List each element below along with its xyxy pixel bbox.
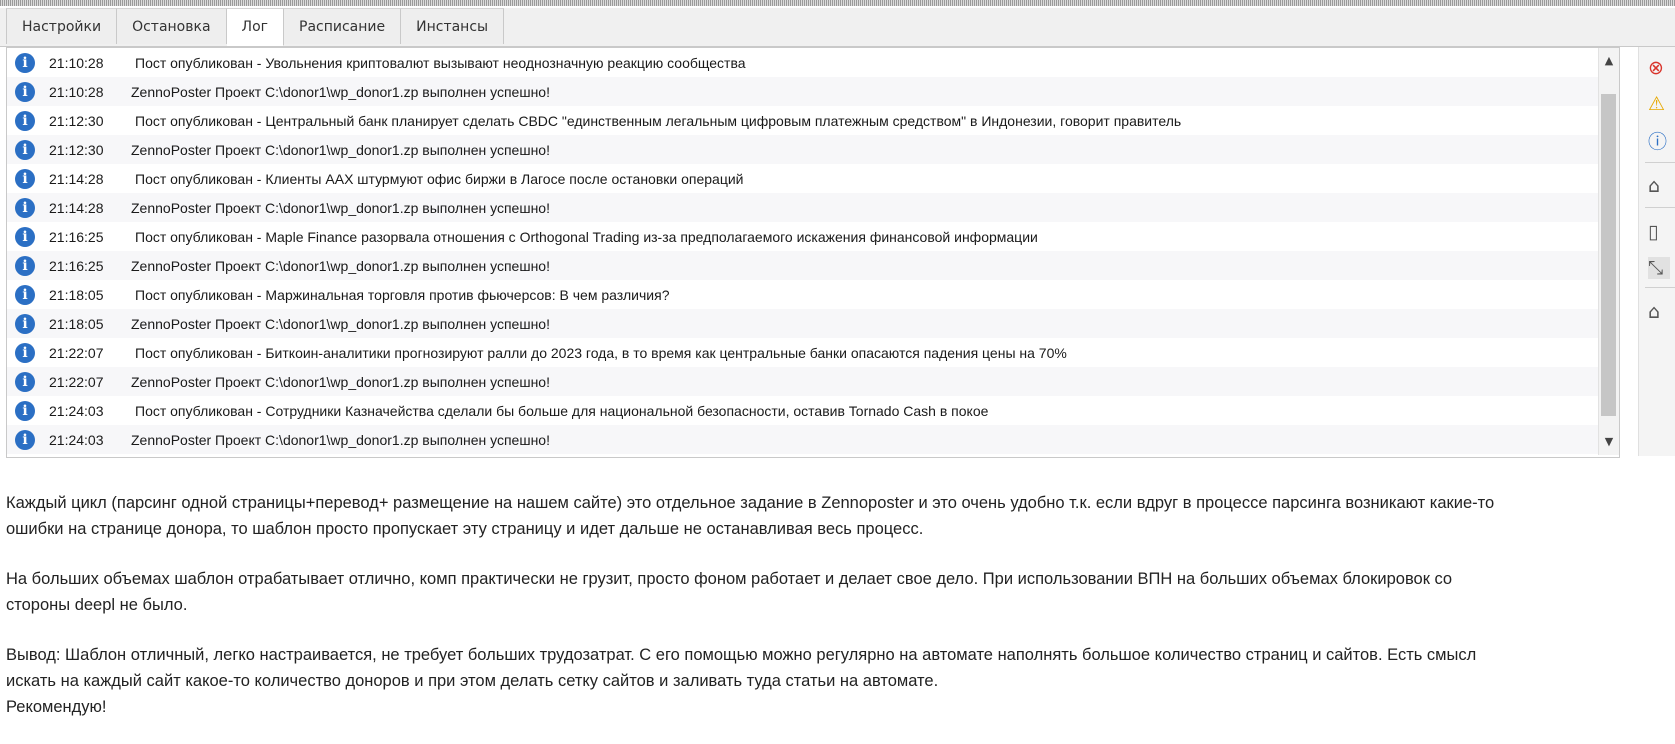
- log-message: Пост опубликован - Maple Finance разорва…: [135, 228, 1038, 245]
- log-time: 21:24:03: [49, 402, 104, 419]
- log-message: ZennoPoster Проект C:\donor1\wp_donor1.z…: [131, 141, 550, 158]
- log-message: Пост опубликован - Маржинальная торговля…: [135, 286, 670, 303]
- log-row[interactable]: i 21:22:07 ZennoPoster Проект C:\donor1\wp…: [7, 367, 1619, 396]
- log-filter-toolbar: ⊗ ⚠ ⓘ ⌂ ▯ ⤡ ⌂: [1638, 47, 1675, 456]
- info-icon: i: [15, 197, 35, 218]
- paragraph-line: На больших объемах шаблон отрабатывает о…: [6, 570, 1453, 588]
- warning-filter-icon[interactable]: ⚠: [1648, 93, 1670, 115]
- log-row[interactable]: i 21:10:28 ZennoPoster Проект C:\donor1\wp…: [7, 77, 1619, 106]
- log-row[interactable]: i 21:14:28 Пост опубликован - Клиенты AAX …: [7, 164, 1619, 193]
- log-row[interactable]: i 21:12:30 Пост опубликован - Центральный …: [7, 106, 1619, 135]
- resize-icon[interactable]: ⤡: [1648, 257, 1670, 279]
- log-row[interactable]: i 21:12:30 ZennoPoster Проект C:\donor1\wp…: [7, 135, 1619, 164]
- tag-icon[interactable]: ⌂: [1648, 175, 1670, 197]
- paragraph-line: стороны deepl не было.: [6, 596, 188, 614]
- tab-bar: Настройки Остановка Лог Расписание Инста…: [0, 8, 1675, 47]
- tab-log[interactable]: Лог: [226, 8, 284, 46]
- scroll-thumb[interactable]: [1601, 94, 1616, 416]
- log-panel: i 21:10:28 Пост опубликован - Увольнения к…: [6, 47, 1620, 458]
- log-time: 21:14:28: [49, 199, 104, 216]
- scroll-down-arrow-icon[interactable]: ▼: [1599, 429, 1619, 455]
- log-message: ZennoPoster Проект C:\donor1\wp_donor1.z…: [131, 431, 550, 448]
- window-top-border: [0, 0, 1675, 6]
- log-time: 21:24:03: [49, 431, 104, 448]
- log-row[interactable]: i 21:14:28 ZennoPoster Проект C:\donor1\wp…: [7, 193, 1619, 222]
- log-row[interactable]: i 21:24:03 ZennoPoster Проект C:\donor1\wp…: [7, 425, 1619, 454]
- log-message: Пост опубликован - Центральный банк план…: [135, 112, 1182, 129]
- info-icon: i: [15, 168, 35, 189]
- log-message: ZennoPoster Проект C:\donor1\wp_donor1.z…: [131, 199, 550, 216]
- log-row[interactable]: i 21:18:05 Пост опубликован - Маржинальная…: [7, 280, 1619, 309]
- paragraph-1: Каждый цикл (парсинг одной страницы+пере…: [6, 490, 1675, 542]
- article-text: Каждый цикл (парсинг одной страницы+пере…: [6, 490, 1675, 744]
- log-message: ZennoPoster Проект C:\donor1\wp_donor1.z…: [131, 83, 550, 100]
- paragraph-3: Вывод: Шаблон отличный, легко настраивае…: [6, 642, 1675, 720]
- info-icon: i: [15, 429, 35, 450]
- log-message: Пост опубликован - Сотрудники Казначейст…: [135, 402, 989, 419]
- info-icon: i: [15, 313, 35, 334]
- log-row[interactable]: i 21:16:25 Пост опубликован - Maple Financ…: [7, 222, 1619, 251]
- log-row[interactable]: i 21:16:25 ZennoPoster Проект C:\donor1\wp…: [7, 251, 1619, 280]
- log-time: 21:22:07: [49, 344, 104, 361]
- info-icon: i: [15, 255, 35, 276]
- log-message: Пост опубликован - Увольнения криптовалю…: [135, 54, 746, 71]
- log-time: 21:12:30: [49, 112, 104, 129]
- paragraph-line: Вывод: Шаблон отличный, легко настраивае…: [6, 646, 1477, 664]
- info-icon: i: [15, 226, 35, 247]
- log-row[interactable]: i 21:18:05 ZennoPoster Проект C:\donor1\wp…: [7, 309, 1619, 338]
- log-message: ZennoPoster Проект C:\donor1\wp_donor1.z…: [131, 373, 550, 390]
- scroll-up-arrow-icon[interactable]: ▲: [1599, 48, 1619, 74]
- log-message: ZennoPoster Проект C:\donor1\wp_donor1.z…: [131, 315, 550, 332]
- tab-stop[interactable]: Остановка: [117, 8, 227, 44]
- toolbar-separator: [1645, 287, 1675, 288]
- tag-alt-icon[interactable]: ⌂: [1648, 301, 1670, 323]
- log-list[interactable]: i 21:10:28 Пост опубликован - Увольнения к…: [7, 48, 1619, 455]
- toolbar-separator: [1645, 162, 1675, 163]
- info-icon: i: [15, 139, 35, 160]
- clipboard-icon[interactable]: ▯: [1648, 221, 1670, 243]
- paragraph-line: Каждый цикл (парсинг одной страницы+пере…: [6, 494, 1495, 512]
- log-row[interactable]: i 21:10:28 Пост опубликован - Увольнения к…: [7, 48, 1619, 77]
- info-filter-icon[interactable]: ⓘ: [1648, 131, 1670, 153]
- tab-instances[interactable]: Инстансы: [401, 8, 505, 44]
- log-message: Пост опубликован - Биткоин-аналитики про…: [135, 344, 1067, 361]
- log-message: Пост опубликован - Клиенты AAX штурмуют …: [135, 170, 744, 187]
- log-time: 21:16:25: [49, 257, 104, 274]
- log-row[interactable]: i 21:22:07 Пост опубликован - Биткоин-анал…: [7, 338, 1619, 367]
- log-time: 21:10:28: [49, 54, 104, 71]
- info-icon: i: [15, 52, 35, 73]
- log-time: 21:18:05: [49, 315, 104, 332]
- log-message: ZennoPoster Проект C:\donor1\wp_donor1.z…: [131, 257, 550, 274]
- log-time: 21:14:28: [49, 170, 104, 187]
- toolbar-separator: [1645, 207, 1675, 208]
- tab-schedule[interactable]: Расписание: [284, 8, 402, 44]
- log-time: 21:12:30: [49, 141, 104, 158]
- paragraph-2: На больших объемах шаблон отрабатывает о…: [6, 566, 1675, 618]
- paragraph-line: искать на каждый сайт какое-то количеств…: [6, 672, 939, 690]
- paragraph-line: Рекомендую!: [6, 698, 107, 716]
- info-icon: i: [15, 400, 35, 421]
- info-icon: i: [15, 81, 35, 102]
- paragraph-line: ошибки на странице донора, то шаблон про…: [6, 520, 924, 538]
- tab-settings[interactable]: Настройки: [6, 8, 118, 44]
- info-icon: i: [15, 110, 35, 131]
- info-icon: i: [15, 342, 35, 363]
- error-filter-icon[interactable]: ⊗: [1648, 57, 1670, 79]
- info-icon: i: [15, 371, 35, 392]
- log-time: 21:18:05: [49, 286, 104, 303]
- log-time: 21:10:28: [49, 83, 104, 100]
- info-icon: i: [15, 284, 35, 305]
- log-time: 21:22:07: [49, 373, 104, 390]
- log-time: 21:16:25: [49, 228, 104, 245]
- log-scrollbar[interactable]: ▲ ▼: [1598, 48, 1619, 455]
- log-row[interactable]: i 21:24:03 Пост опубликован - Сотрудники К…: [7, 396, 1619, 425]
